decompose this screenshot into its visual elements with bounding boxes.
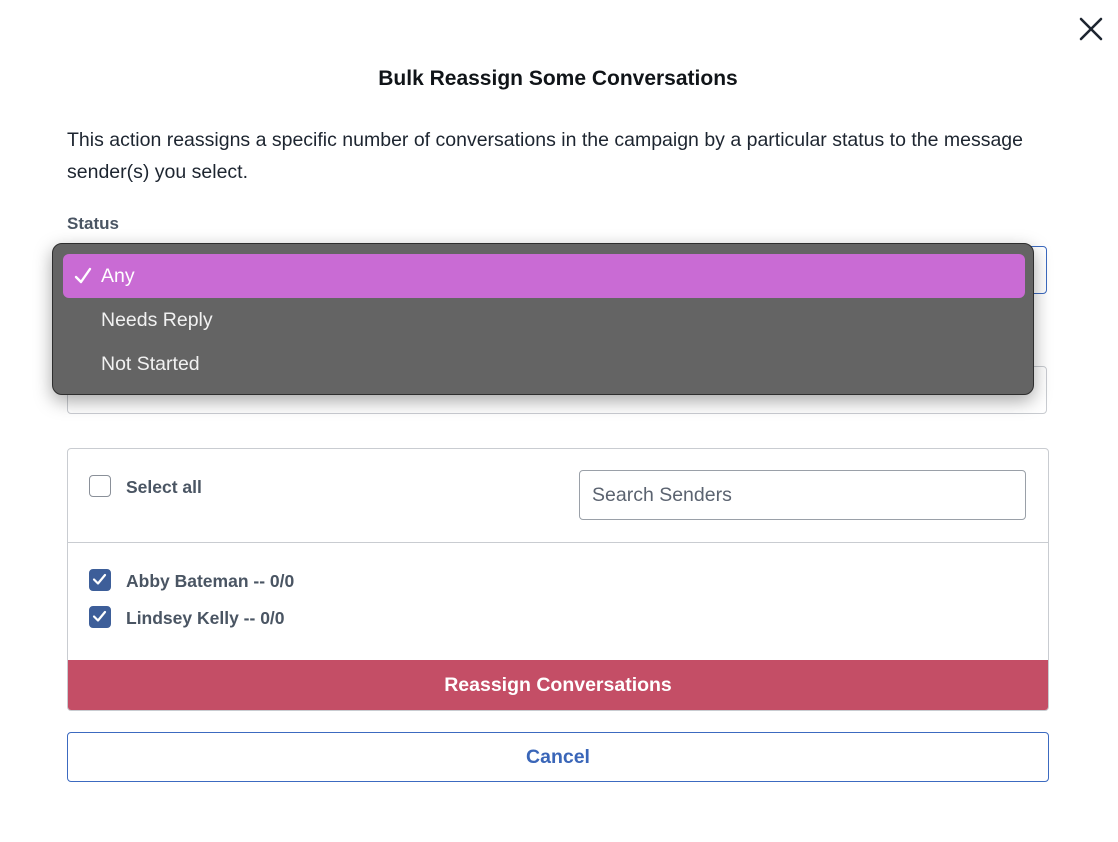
status-dropdown-menu: Any Needs Reply Not Started (52, 243, 1034, 395)
sender-checkbox-abby-bateman[interactable] (89, 569, 111, 591)
senders-panel-header: Select all (68, 449, 1048, 543)
status-option-label: Not Started (101, 353, 200, 375)
status-option-needs-reply[interactable]: Needs Reply (63, 298, 1025, 342)
senders-panel: Select all Abby Bateman -- 0/0 Lindsey K… (67, 448, 1049, 711)
select-all-checkbox[interactable] (89, 475, 111, 497)
checkmark-icon (92, 573, 107, 585)
select-all-label: Select all (126, 477, 202, 497)
checkmark-icon (74, 267, 92, 284)
close-button[interactable] (1074, 12, 1108, 46)
status-option-not-started[interactable]: Not Started (63, 342, 1025, 386)
close-icon (1079, 17, 1103, 41)
status-label: Status (67, 214, 119, 233)
reassign-conversations-button[interactable]: Reassign Conversations (68, 660, 1048, 710)
checkmark-icon (92, 610, 107, 622)
cancel-button[interactable]: Cancel (67, 732, 1049, 782)
sender-checkbox-lindsey-kelly[interactable] (89, 606, 111, 628)
status-option-label: Any (101, 265, 135, 287)
status-option-any[interactable]: Any (63, 254, 1025, 298)
modal-title: Bulk Reassign Some Conversations (378, 67, 738, 90)
search-senders-input[interactable] (579, 470, 1026, 520)
sender-label-abby-bateman: Abby Bateman -- 0/0 (126, 571, 295, 591)
bulk-reassign-modal: Bulk Reassign Some Conversations This ac… (0, 0, 1118, 842)
status-option-label: Needs Reply (101, 309, 213, 331)
modal-description: This action reassigns a specific number … (67, 129, 1023, 183)
sender-label-lindsey-kelly: Lindsey Kelly -- 0/0 (126, 608, 285, 628)
